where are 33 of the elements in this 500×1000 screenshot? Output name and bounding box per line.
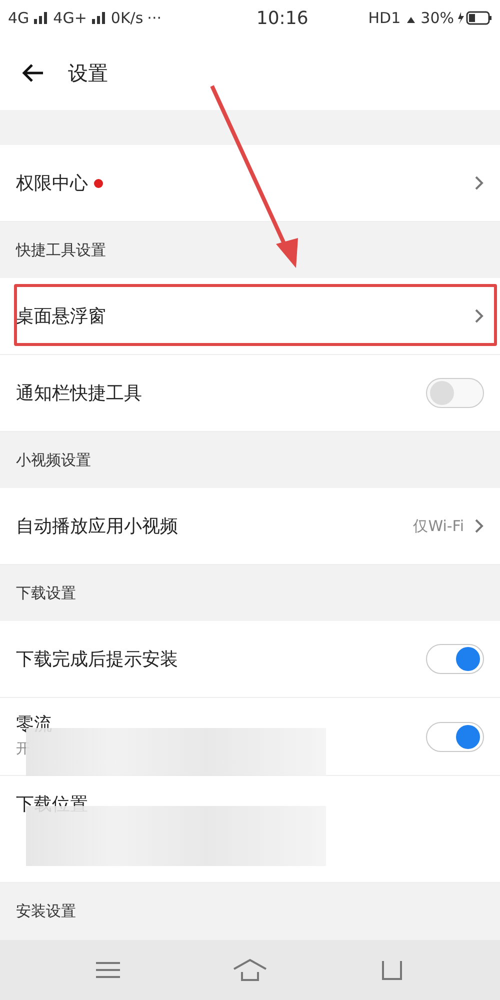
signal-icon — [33, 12, 50, 24]
setting-label: 下载完成后提示安装 — [16, 648, 178, 671]
status-text: ··· — [147, 9, 162, 27]
signal-icon — [90, 12, 107, 24]
setting-description: 开 — [16, 740, 31, 758]
setting-value: 仅Wi-Fi — [413, 516, 464, 536]
setting-label: 桌面悬浮窗 — [16, 305, 106, 328]
home-icon[interactable] — [232, 958, 268, 982]
status-time: 10:16 — [256, 8, 308, 28]
section-title: 安装设置 — [16, 902, 76, 920]
setting-label: 自动播放应用小视频 — [16, 515, 178, 538]
back-arrow-icon[interactable] — [22, 63, 44, 83]
toggle-switch[interactable] — [426, 378, 484, 408]
setting-label: 下载位置 — [16, 793, 88, 816]
chevron-right-icon — [474, 175, 484, 191]
setting-label: 权限中心 — [16, 172, 88, 195]
status-text: 4G+ — [53, 9, 87, 27]
toggle-switch[interactable] — [426, 722, 484, 752]
section-title: 快捷工具设置 — [16, 240, 106, 260]
chevron-right-icon — [474, 308, 484, 324]
section-title: 下载设置 — [16, 584, 76, 602]
menu-icon[interactable] — [95, 960, 122, 980]
setting-label: 通知栏快捷工具 — [16, 382, 142, 405]
status-text: HD1 — [368, 9, 401, 27]
section-title: 小视频设置 — [16, 450, 91, 470]
toggle-switch[interactable] — [426, 644, 484, 674]
battery-icon — [458, 11, 492, 25]
setting-label: 零流 — [16, 713, 52, 736]
status-text: 0K/s — [110, 9, 144, 27]
chevron-right-icon — [474, 518, 484, 534]
battery-percent: 30% — [420, 9, 454, 27]
status-text: 4G — [8, 9, 30, 27]
page-title: 设置 — [68, 60, 108, 86]
